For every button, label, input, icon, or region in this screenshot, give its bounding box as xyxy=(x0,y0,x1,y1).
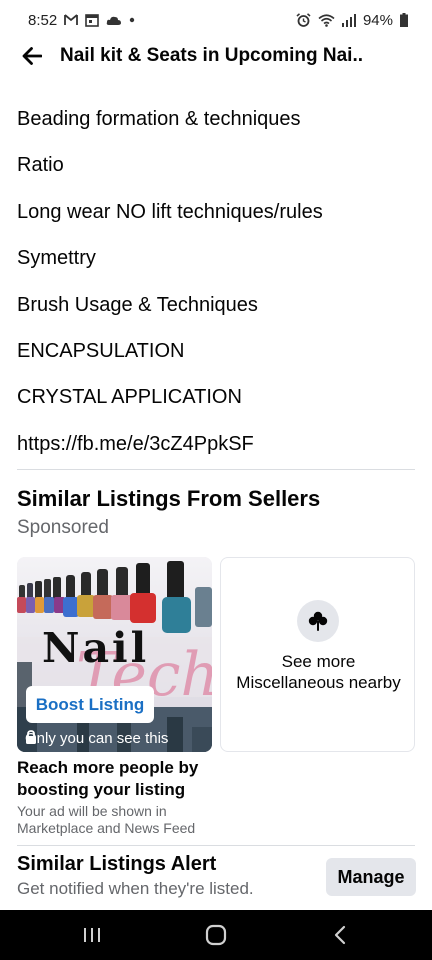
event-link[interactable]: https://fb.me/e/3cZ4PpkSF xyxy=(17,421,417,467)
battery-icon xyxy=(400,13,408,27)
recent-apps-icon xyxy=(84,928,100,942)
wifi-icon xyxy=(318,13,335,27)
description-line: CRYSTAL APPLICATION xyxy=(17,386,242,409)
listing-description: Beading formation & techniques Ratio Lon… xyxy=(17,96,417,467)
alarm-icon xyxy=(296,13,311,27)
top-bar: Nail kit & Seats in Upcoming Nai.. xyxy=(0,36,432,76)
boost-listing-button[interactable]: Boost Listing xyxy=(26,686,154,723)
description-line: Ratio xyxy=(17,154,64,177)
boost-headline: Reach more people by boosting your listi… xyxy=(17,758,199,799)
clover-badge xyxy=(297,600,339,642)
alert-title: Similar Listings Alert xyxy=(17,853,217,875)
calendar-icon xyxy=(85,13,100,27)
back-button[interactable] xyxy=(4,36,60,76)
boost-ad-card[interactable]: Tech Nail Boost Listing Only you can see… xyxy=(17,557,212,752)
gmail-icon xyxy=(64,14,79,26)
description-line: ENCAPSULATION xyxy=(17,339,185,362)
status-bar: 8:52 94% xyxy=(0,0,432,40)
page-title: Nail kit & Seats in Upcoming Nai.. xyxy=(60,45,364,66)
status-right: 94% xyxy=(296,12,408,29)
privacy-note-label: Only you can see this xyxy=(25,730,169,747)
description-line: Brush Usage & Techniques xyxy=(17,293,258,316)
description-line: Symettry xyxy=(17,247,96,270)
divider xyxy=(17,469,415,470)
sponsored-label: Sponsored xyxy=(17,517,109,538)
see-more-label: See more Miscellaneous nearby xyxy=(236,652,401,692)
privacy-note: Only you can see this xyxy=(25,730,168,747)
alert-subtitle: Get notified when they're listed. xyxy=(17,879,254,898)
arrow-left-icon xyxy=(22,47,42,65)
status-left: 8:52 xyxy=(28,12,135,29)
divider xyxy=(17,845,415,846)
signal-icon xyxy=(341,13,356,27)
clover-icon xyxy=(308,611,328,631)
description-line: Long wear NO lift techniques/rules xyxy=(17,200,323,223)
recent-apps-button[interactable] xyxy=(62,915,122,955)
manage-button[interactable]: Manage xyxy=(326,858,416,896)
boost-description: Your ad will be shown in Marketplace and… xyxy=(17,803,196,836)
similar-listings-title: Similar Listings From Sellers xyxy=(17,486,321,511)
description-line: Beading formation & techniques xyxy=(17,108,301,130)
chevron-left-icon xyxy=(334,925,346,945)
home-icon xyxy=(205,924,227,946)
see-more-card[interactable]: See more Miscellaneous nearby xyxy=(220,557,415,752)
battery-percent: 94% xyxy=(362,11,393,29)
lock-icon xyxy=(26,730,36,744)
system-nav-bar xyxy=(0,910,432,960)
cloud-icon xyxy=(106,15,122,26)
system-back-button[interactable] xyxy=(310,915,370,955)
home-button[interactable] xyxy=(186,915,246,955)
status-time: 8:52 xyxy=(28,11,58,29)
brand-word-text: Nail xyxy=(42,624,150,672)
notification-dot-icon xyxy=(129,17,135,23)
